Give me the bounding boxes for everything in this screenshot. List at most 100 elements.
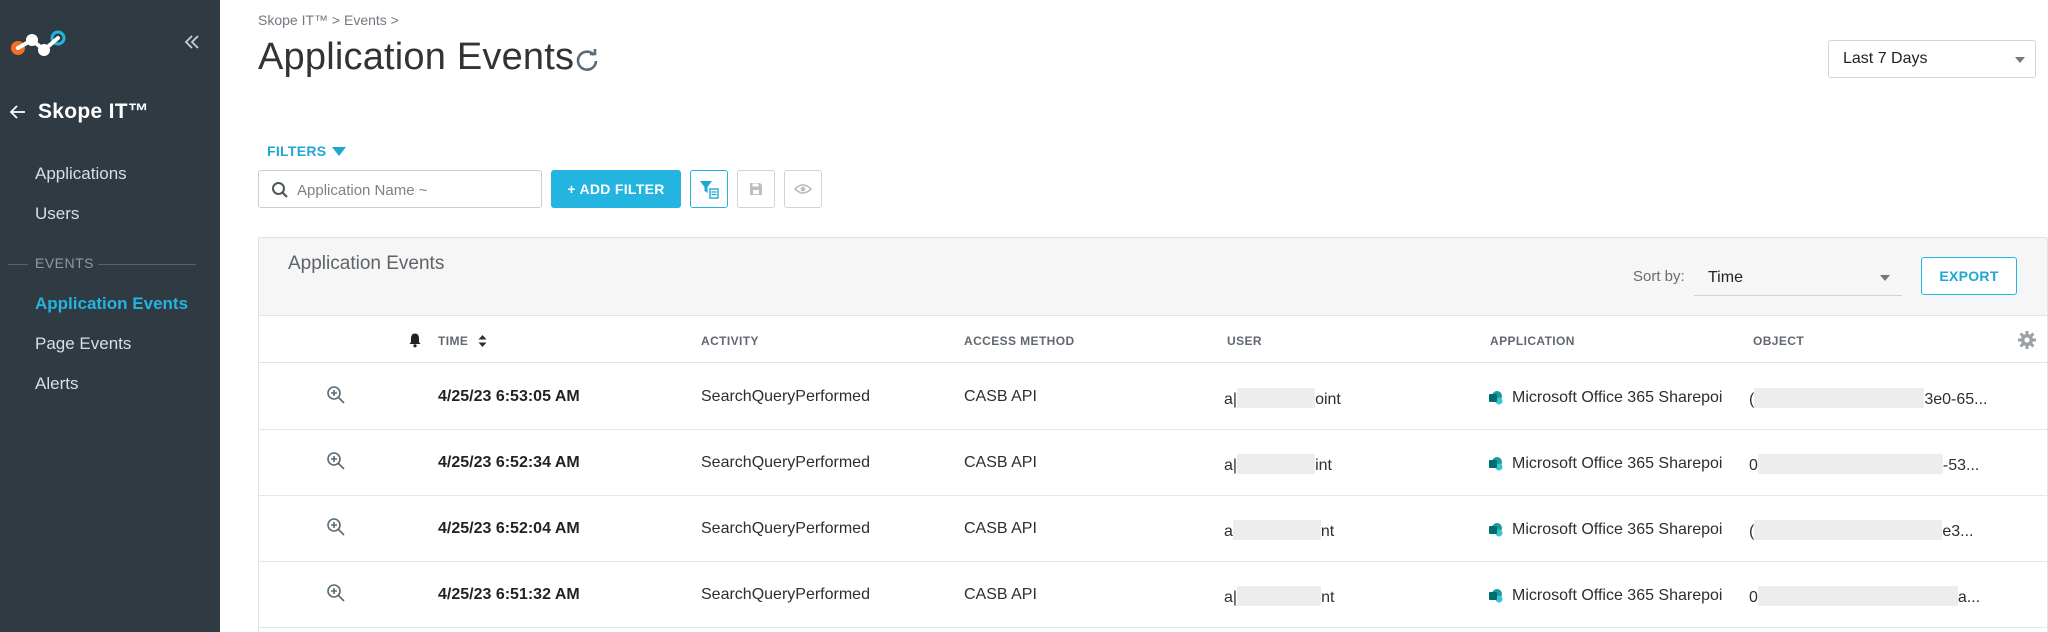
object-suffix: e3... [1942, 523, 1974, 540]
table-row[interactable]: 4/25/23 6:53:05 AM SearchQueryPerformed … [259, 364, 2047, 430]
redacted-block [1757, 454, 1943, 474]
sharepoint-icon [1489, 457, 1503, 471]
divider [8, 264, 28, 265]
user-suffix: nt [1321, 589, 1335, 606]
time-range-value: Last 7 Days [1843, 50, 1928, 67]
user-prefix: a| [1224, 589, 1238, 606]
netskope-logo-icon[interactable] [6, 26, 66, 60]
row-activity: SearchQueryPerformed [701, 388, 870, 405]
application-name: Microsoft Office 365 Sharepoi [1512, 521, 1723, 538]
sidebar-item-users[interactable]: Users [35, 204, 79, 224]
table-row[interactable]: 4/25/23 6:52:04 AM SearchQueryPerformed … [259, 496, 2047, 562]
row-object[interactable]: (e3... [1749, 520, 1973, 541]
eye-icon [794, 184, 812, 194]
row-object[interactable]: 0 a... [1749, 586, 1980, 607]
object-suffix: 3e0-65... [1924, 391, 1988, 408]
user-suffix: nt [1320, 523, 1335, 540]
zoom-in-icon[interactable] [326, 385, 346, 405]
redacted-block [1232, 520, 1321, 540]
redacted-block [1237, 454, 1316, 474]
column-header-access-method[interactable]: ACCESS METHOD [964, 334, 1075, 348]
sharepoint-icon [1489, 391, 1503, 405]
table-row[interactable]: 4/25/23 6:51:32 AM SearchQueryPerformed … [259, 562, 2047, 628]
table-header: TIME ACTIVITY ACCESS METHOD USER APPLICA… [259, 316, 2047, 363]
caret-down-icon [2015, 57, 2025, 63]
column-header-application[interactable]: APPLICATION [1490, 334, 1575, 348]
search-input[interactable] [297, 179, 537, 201]
row-time: 4/25/23 6:51:32 AM [438, 586, 580, 603]
redacted-block [1754, 388, 1925, 408]
add-filter-button[interactable]: + ADD FILTER [551, 170, 681, 208]
row-activity: SearchQueryPerformed [701, 586, 870, 603]
double-chevron-left-icon[interactable] [182, 32, 202, 52]
column-header-user[interactable]: USER [1227, 334, 1262, 348]
row-user[interactable]: a| nt [1224, 586, 1334, 607]
export-button[interactable]: EXPORT [1921, 257, 2017, 295]
sidebar-title: Skope IT™ [38, 100, 150, 123]
sort-label: Sort by: [1633, 268, 1685, 285]
main-content: Skope IT™ > Events > Application Events … [220, 0, 2048, 632]
row-object[interactable]: 0 -53... [1749, 454, 1979, 475]
user-prefix: a| [1224, 457, 1238, 474]
time-range-select[interactable]: Last 7 Days [1828, 40, 2036, 78]
object-prefix: 0 [1749, 589, 1758, 606]
column-header-activity[interactable]: ACTIVITY [701, 334, 759, 348]
application-name: Microsoft Office 365 Sharepoi [1512, 587, 1723, 604]
refresh-icon[interactable] [573, 46, 601, 74]
sort-value: Time [1708, 269, 1743, 286]
caret-down-icon [1880, 275, 1890, 281]
row-application: Microsoft Office 365 Sharepoi [1488, 386, 1726, 410]
filters-toggle[interactable]: FILTERS [267, 143, 347, 159]
sort-by-select[interactable]: Time [1694, 258, 1902, 296]
column-header-time[interactable]: TIME [438, 334, 487, 348]
zoom-in-icon[interactable] [326, 517, 346, 537]
sidebar-item-applications[interactable]: Applications [35, 164, 127, 184]
breadcrumb[interactable]: Skope IT™ > Events > [258, 12, 399, 28]
row-user[interactable]: a| oint [1224, 388, 1341, 409]
sort-toggle-icon [478, 335, 487, 347]
sidebar-item-page-events[interactable]: Page Events [35, 334, 131, 354]
object-suffix: a... [1957, 589, 1981, 606]
gear-icon[interactable] [2017, 330, 2037, 350]
zoom-in-icon[interactable] [326, 583, 346, 603]
search-icon [272, 182, 288, 198]
events-panel: Application Events Sort by: Time EXPORT … [258, 237, 2048, 632]
row-access-method: CASB API [964, 388, 1037, 405]
save-icon [750, 183, 762, 195]
user-prefix: a [1224, 523, 1233, 540]
row-application: Microsoft Office 365 Sharepoi [1488, 518, 1726, 542]
bell-icon[interactable] [407, 332, 423, 348]
arrow-left-icon[interactable] [8, 102, 28, 122]
row-application: Microsoft Office 365 Sharepoi [1488, 584, 1726, 608]
sidebar-item-alerts[interactable]: Alerts [35, 374, 78, 394]
row-access-method: CASB API [964, 454, 1037, 471]
user-suffix: int [1315, 457, 1332, 474]
row-user[interactable]: a nt [1224, 520, 1334, 541]
filters-label: FILTERS [267, 143, 327, 159]
sidebar: Skope IT™ Applications Users EVENTS Appl… [0, 0, 220, 632]
save-filter-button[interactable] [737, 170, 775, 208]
column-header-object[interactable]: OBJECT [1753, 334, 1804, 348]
triangle-down-icon [332, 146, 347, 156]
panel-title: Application Events [288, 253, 445, 274]
sharepoint-icon [1489, 523, 1503, 537]
sidebar-item-application-events[interactable]: Application Events [35, 294, 188, 314]
filter-settings-button[interactable] [690, 170, 728, 208]
object-suffix: -53... [1942, 457, 1980, 474]
table-row[interactable]: 4/25/23 6:52:34 AM SearchQueryPerformed … [259, 430, 2047, 496]
zoom-in-icon[interactable] [326, 451, 346, 471]
section-label: EVENTS [35, 255, 95, 271]
back-to-skope-it[interactable]: Skope IT™ [8, 100, 149, 124]
redacted-block [1754, 520, 1943, 540]
preview-filter-button[interactable] [784, 170, 822, 208]
sharepoint-icon [1489, 589, 1503, 603]
row-access-method: CASB API [964, 586, 1037, 603]
row-user[interactable]: a| int [1224, 454, 1332, 475]
redacted-block [1237, 586, 1322, 606]
row-object[interactable]: (3e0-65... [1749, 388, 1987, 409]
column-time-label: TIME [438, 334, 469, 348]
sidebar-section-events: EVENTS [0, 255, 220, 275]
panel-header: Application Events Sort by: Time EXPORT [259, 238, 2047, 316]
filter-settings-icon [700, 181, 719, 199]
application-search-field[interactable] [258, 170, 542, 208]
